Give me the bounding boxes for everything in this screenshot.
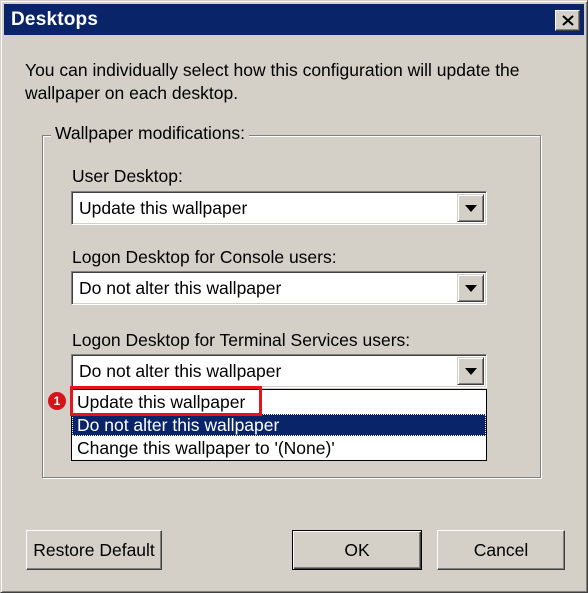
cancel-button[interactable]: Cancel [437,530,565,570]
user-desktop-label: User Desktop: [72,166,183,186]
title-bar[interactable]: Desktops [4,4,584,35]
terminal-services-dropdown-button[interactable] [457,357,484,385]
user-desktop-value: Update this wallpaper [79,198,248,218]
ok-button[interactable]: OK [292,530,422,570]
dropdown-option-none[interactable]: Change this wallpaper to '(None)' [72,437,486,459]
close-button[interactable] [555,10,580,31]
close-icon [561,15,574,26]
annotation-marker: 1 [48,392,66,410]
console-logon-value: Do not alter this wallpaper [79,278,282,298]
user-desktop-dropdown-button[interactable] [457,194,484,222]
user-desktop-select[interactable]: Update this wallpaper [71,191,487,225]
dropdown-option-do-not-alter[interactable]: Do not alter this wallpaper [72,414,486,436]
terminal-services-label: Logon Desktop for Terminal Services user… [72,330,411,350]
annotation-highlight-box [70,386,262,416]
restore-default-button[interactable]: Restore Default [26,530,162,570]
console-logon-select[interactable]: Do not alter this wallpaper [71,271,487,305]
dropdown-arrow-icon [464,367,477,375]
console-logon-dropdown-button[interactable] [457,274,484,302]
dropdown-arrow-icon [464,204,477,212]
terminal-services-select[interactable]: Do not alter this wallpaper [71,354,487,388]
group-label: Wallpaper modifications: [51,123,249,144]
description-text: You can individually select how this con… [25,60,520,103]
window-title: Desktops [11,9,99,30]
dropdown-arrow-icon [464,284,477,292]
console-logon-label: Logon Desktop for Console users: [72,247,337,267]
desktops-dialog: Desktops You can individually select how… [0,0,588,593]
terminal-services-value: Do not alter this wallpaper [79,361,282,381]
